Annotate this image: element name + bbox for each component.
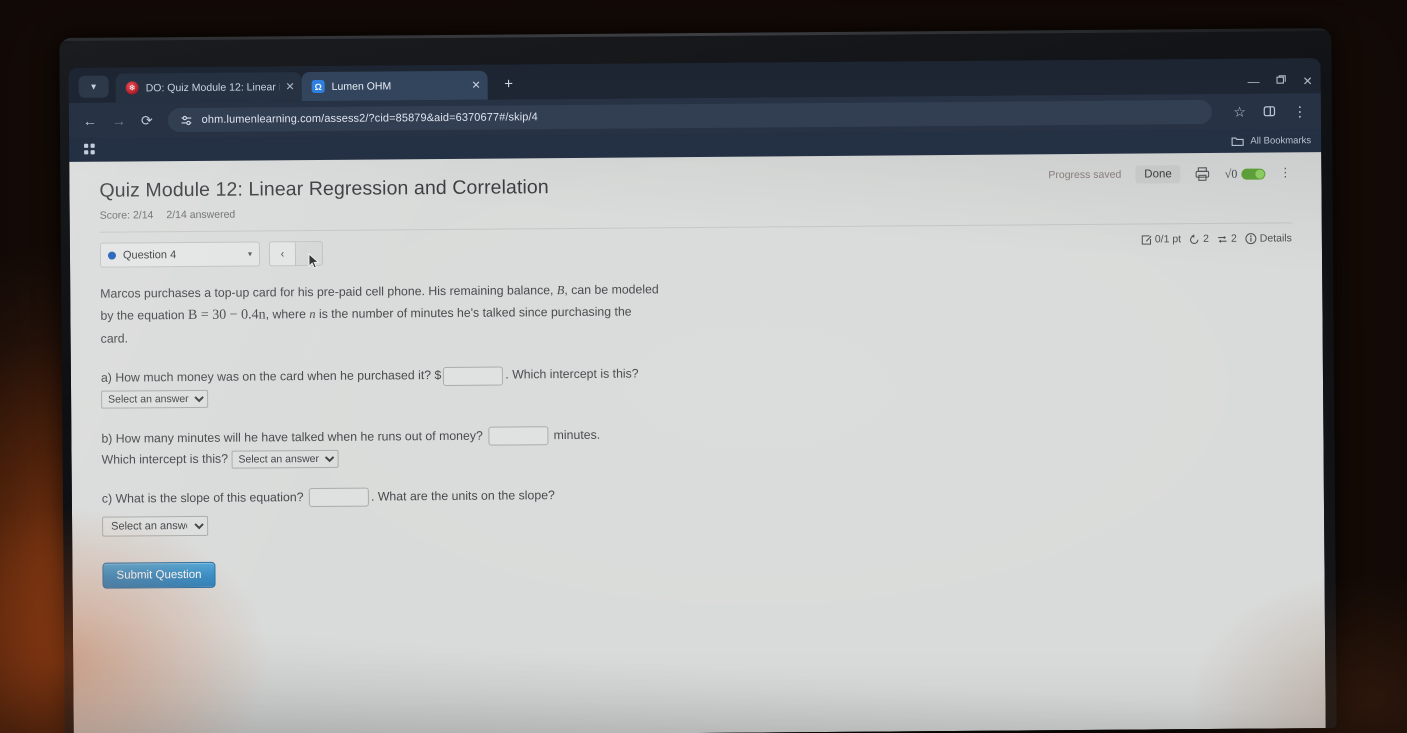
question-selector-label: Question 4	[122, 248, 177, 262]
retry-indicator[interactable]: 2	[1189, 233, 1209, 245]
folder-icon	[1231, 137, 1244, 146]
toolbar-right-actions: ☆ ⋮	[1233, 103, 1311, 120]
score-label: Score: 2/14	[99, 209, 154, 222]
reload-icon[interactable]: ⟳	[141, 112, 153, 128]
equation: B = 30 − 0.4n	[187, 307, 266, 324]
previous-question-button[interactable]: ‹	[268, 241, 297, 267]
math-rendering-toggle[interactable]: √0	[1225, 166, 1266, 181]
version-indicator[interactable]: 2	[1217, 233, 1237, 245]
question-selector-dropdown[interactable]: Question 4 ▾	[99, 241, 261, 268]
address-bar[interactable]: ohm.lumenlearning.com/assess2/?cid=85879…	[167, 99, 1213, 133]
part-c-slope-input[interactable]	[308, 487, 370, 508]
answered-label: 2/14 answered	[166, 208, 236, 222]
next-question-button[interactable]	[295, 240, 324, 269]
apps-grid-glyph	[84, 143, 95, 154]
part-c-text-after: . What are the units on the slope?	[370, 488, 555, 504]
all-bookmarks-label: All Bookmarks	[1250, 135, 1312, 147]
part-b-minutes-input[interactable]	[488, 426, 549, 446]
part-b-question-2: Which intercept is this?	[101, 451, 229, 467]
new-tab-button[interactable]: +	[496, 70, 522, 96]
red-flower-icon: ❄	[125, 81, 139, 95]
back-icon[interactable]: ←	[83, 113, 97, 129]
close-icon[interactable]: ✕	[1303, 74, 1313, 88]
close-icon[interactable]: ✕	[471, 79, 480, 92]
page-content: Quiz Module 12: Linear Regression and Co…	[69, 152, 1326, 733]
quiz-header-actions: Progress saved Done √0 ⋮	[1048, 164, 1291, 184]
part-a-text: a) How much money was on the card when h…	[100, 368, 442, 386]
close-icon[interactable]: ✕	[285, 80, 294, 93]
question-prompt: Marcos purchases a top-up card for his p…	[100, 279, 661, 350]
chrome-menu-icon[interactable]: ⋮	[1293, 103, 1307, 119]
tab-title: Lumen OHM	[331, 79, 392, 93]
progress-saved-status: Progress saved	[1048, 168, 1122, 182]
chevron-down-icon: ▾	[91, 81, 97, 93]
bookmark-star-icon[interactable]: ☆	[1233, 104, 1246, 120]
photograph-of-laptop-screen: ▾ ❄ DO: Quiz Module 12: Linear Re ✕ Ω Lu…	[0, 0, 1407, 733]
part-a-amount-input[interactable]	[443, 366, 504, 386]
quiz-header: Quiz Module 12: Linear Regression and Co…	[69, 152, 1321, 222]
maximize-icon[interactable]	[1276, 74, 1287, 87]
cursor-arrow-glyph	[308, 252, 320, 269]
part-b-units-label: minutes.	[553, 427, 601, 442]
undo-circle-icon	[1190, 233, 1199, 244]
points-label: 0/1 pt	[1154, 233, 1182, 246]
quiz-overflow-menu-icon[interactable]: ⋮	[1279, 166, 1291, 180]
tab-title: DO: Quiz Module 12: Linear Re	[145, 80, 280, 94]
window-controls: — ✕	[1248, 74, 1313, 89]
info-circle-icon	[1245, 233, 1257, 245]
quiz-score-row: Score: 2/14 2/14 answered	[100, 200, 1322, 222]
submit-question-button[interactable]: Submit Question	[102, 561, 216, 589]
done-button[interactable]: Done	[1135, 165, 1181, 184]
toggle-switch[interactable]	[1241, 168, 1266, 180]
question-part-b: b) How many minutes will he have talked …	[101, 424, 661, 471]
laptop-bezel: ▾ ❄ DO: Quiz Module 12: Linear Re ✕ Ω Lu…	[59, 28, 1337, 733]
browser-tab-quiz-module-12[interactable]: ❄ DO: Quiz Module 12: Linear Re ✕	[115, 72, 302, 103]
details-button[interactable]: Details	[1245, 232, 1292, 245]
part-c-text: c) What is the slope of this equation?	[101, 490, 304, 506]
split-tab-glyph	[1263, 105, 1276, 116]
all-bookmarks-button[interactable]: All Bookmarks	[1231, 135, 1311, 147]
question-part-a: a) How much money was on the card when h…	[101, 364, 661, 411]
points-indicator[interactable]: 0/1 pt	[1141, 233, 1181, 245]
url-text: ohm.lumenlearning.com/assess2/?cid=85879…	[201, 111, 538, 126]
minimize-icon[interactable]: —	[1248, 74, 1260, 88]
question-nav-bar: Question 4 ▾ ‹ 0/1 pt 2 2 Details	[99, 222, 1293, 270]
details-label: Details	[1259, 232, 1292, 245]
maximize-glyph	[1276, 75, 1286, 84]
printer-glyph	[1196, 167, 1210, 181]
chevron-down-icon: ▾	[247, 249, 253, 259]
edit-square-icon	[1141, 234, 1152, 245]
prompt-line-1: Marcos purchases a top-up card for his p…	[100, 283, 557, 301]
chrome-browser-window: ▾ ❄ DO: Quiz Module 12: Linear Re ✕ Ω Lu…	[68, 58, 1326, 733]
apps-grid-icon[interactable]	[83, 142, 96, 158]
prompt-line-3: , where	[265, 307, 310, 322]
version-count: 2	[1230, 232, 1237, 245]
part-c-units-select[interactable]: Select an answer	[102, 515, 209, 537]
part-a-intercept-select[interactable]: Select an answer	[101, 390, 209, 409]
tune-icon[interactable]	[180, 113, 193, 126]
part-b-intercept-select[interactable]: Select an answer	[231, 449, 339, 469]
swap-arrows-icon	[1218, 235, 1227, 243]
browser-tab-lumen-ohm[interactable]: Ω Lumen OHM ✕	[301, 70, 488, 102]
omega-icon: Ω	[311, 79, 325, 94]
printer-icon[interactable]	[1195, 166, 1211, 182]
status-dot	[107, 251, 117, 260]
question-body: Marcos purchases a top-up card for his p…	[70, 265, 692, 589]
retry-count: 2	[1203, 232, 1209, 246]
question-part-c: c) What is the slope of this equation? .…	[102, 484, 662, 537]
sqrt-icon: √0	[1224, 166, 1238, 181]
question-points-row: 0/1 pt 2 2 Details	[1141, 232, 1292, 245]
split-tab-icon[interactable]	[1263, 104, 1276, 119]
tab-search-button[interactable]: ▾	[78, 75, 109, 98]
forward-icon[interactable]: →	[112, 112, 126, 128]
part-b-text: b) How many minutes will he have talked …	[101, 428, 483, 446]
part-a-text-after: . Which intercept is this?	[505, 366, 639, 382]
